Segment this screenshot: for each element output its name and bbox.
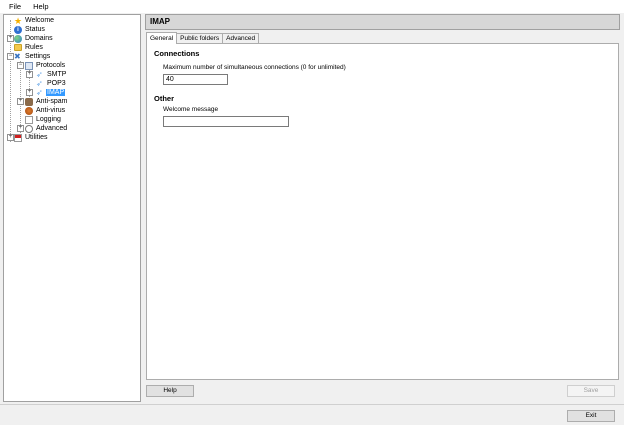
max-connections-input[interactable] [163,74,228,85]
utilities-icon [14,133,22,142]
menu-bar: File Help [0,0,624,13]
expand-imap[interactable]: + [26,89,33,96]
feather-icon: ➶ [36,69,43,79]
tree-item-advanced[interactable]: Advanced [25,124,68,133]
exit-button[interactable]: Exit [567,410,615,422]
log-icon [25,115,33,124]
help-button[interactable]: Help [146,385,194,397]
divider [0,404,624,405]
globe-icon [14,34,22,43]
info-icon: i [14,25,22,34]
tree-item-imap[interactable]: ➶ IMAP [36,87,66,97]
tab-general[interactable]: General [146,32,178,44]
star-icon: ★ [14,15,23,26]
tree-item-status[interactable]: i Status [14,25,46,34]
expand-advanced[interactable]: + [17,125,24,132]
tree-item-antispam[interactable]: Anti-spam [25,97,69,106]
feather-icon: ➶ [36,78,43,88]
menu-file[interactable]: File [3,2,27,11]
tree-item-pop3[interactable]: ➶ POP3 [36,79,67,88]
folder-icon [14,44,22,51]
navigation-tree[interactable]: ★ Welcome i Status + Domains Rules − ✖ S… [3,14,141,402]
collapse-settings[interactable]: − [7,53,14,60]
tree-item-smtp[interactable]: ➶ SMTP [36,70,67,79]
tree-item-utilities[interactable]: Utilities [14,133,49,142]
welcome-message-label: Welcome message [163,106,219,113]
expand-antispam[interactable]: + [17,98,24,105]
save-button[interactable]: Save [567,385,615,397]
tree-item-logging[interactable]: Logging [25,115,62,124]
tree-item-welcome[interactable]: ★ Welcome [14,16,55,25]
other-heading: Other [154,94,175,103]
protocols-icon [25,61,33,70]
tree-item-rules[interactable]: Rules [14,43,44,52]
expand-smtp[interactable]: + [26,71,33,78]
general-tab-content: Connections Maximum number of simultaneo… [146,43,619,380]
welcome-message-input[interactable] [163,116,289,127]
tree-item-domains[interactable]: Domains [14,34,54,43]
menu-help[interactable]: Help [27,2,54,11]
page-title: IMAP [145,14,620,30]
connections-heading: Connections [154,49,200,58]
max-connections-label: Maximum number of simultaneous connectio… [163,64,346,71]
tree-item-protocols[interactable]: Protocols [25,61,66,70]
tree-item-settings[interactable]: ✖ Settings [14,52,51,61]
tree-connector [20,61,21,133]
antivirus-icon [25,106,33,115]
tree-item-antivirus[interactable]: Anti-virus [25,106,66,115]
antispam-icon [25,97,33,106]
collapse-protocols[interactable]: − [17,62,24,69]
tools-icon: ✖ [14,51,21,61]
magnifier-icon [25,124,33,133]
expand-domains[interactable]: + [7,35,14,42]
expand-utilities[interactable]: + [7,134,14,141]
feather-icon: ➶ [36,87,43,97]
